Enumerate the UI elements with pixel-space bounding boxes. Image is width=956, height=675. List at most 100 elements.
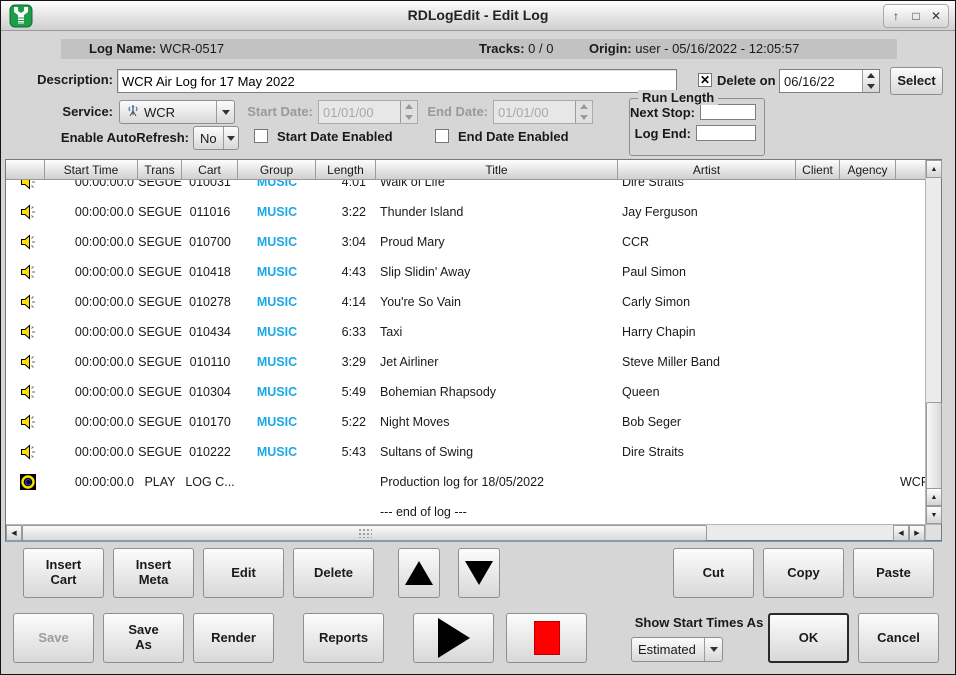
table-row[interactable]: 00:00:00.0SEGUE010278MUSIC4:14You're So …	[6, 287, 925, 317]
cell-group: MUSIC	[238, 445, 316, 459]
paste-button[interactable]: Paste	[853, 548, 934, 598]
cell-cart: 010278	[182, 295, 238, 309]
cell-title: Jet Airliner	[376, 355, 618, 369]
table-row[interactable]: 00:00:00.0SEGUE010418MUSIC4:43Slip Slidi…	[6, 257, 925, 287]
stop-button[interactable]	[506, 613, 587, 663]
close-icon[interactable]: ✕	[927, 6, 945, 26]
column-header-la[interactable]: La	[896, 160, 925, 180]
end-date-enabled-checkbox[interactable]	[435, 129, 449, 143]
insert-cart-button[interactable]: Insert Cart	[23, 548, 104, 598]
scrollbar-corner	[925, 524, 941, 540]
description-input[interactable]	[117, 69, 677, 93]
log-event-table: Start TimeTransCartGroupLengthTitleArtis…	[5, 159, 942, 541]
scroll-up-icon[interactable]: ▲	[926, 488, 942, 506]
chevron-down-icon[interactable]	[704, 638, 722, 661]
autorefresh-combobox[interactable]: No	[193, 126, 239, 150]
run-length-title: Run Length	[638, 90, 718, 105]
cell-group: MUSIC	[238, 205, 316, 219]
render-button[interactable]: Render	[193, 613, 274, 663]
scroll-right-icon[interactable]: ▶	[909, 525, 925, 541]
table-row[interactable]: 00:00:00.0SEGUE010700MUSIC3:04Proud Mary…	[6, 227, 925, 257]
show-start-times-combobox[interactable]: Estimated	[631, 637, 723, 662]
table-row[interactable]: 00:00:00.0SEGUE011016MUSIC3:22Thunder Is…	[6, 197, 925, 227]
cell-group: MUSIC	[238, 295, 316, 309]
scroll-left-icon[interactable]: ◀	[893, 525, 909, 541]
table-row[interactable]: 00:00:00.0SEGUE010170MUSIC5:22Night Move…	[6, 407, 925, 437]
horizontal-scrollbar[interactable]: ◀ ◀ ▶	[6, 524, 925, 540]
service-combobox[interactable]: WCR	[119, 100, 235, 124]
start-date-enabled-checkbox[interactable]	[254, 129, 268, 143]
table-row[interactable]: 00:00:00.0SEGUE010110MUSIC3:29Jet Airlin…	[6, 347, 925, 377]
autorefresh-value: No	[200, 131, 217, 146]
scroll-down-icon[interactable]: ▼	[926, 506, 942, 524]
description-label: Description:	[1, 72, 113, 87]
cell-cart: LOG C...	[182, 475, 238, 489]
column-header-agency[interactable]: Agency	[840, 160, 896, 180]
edit-button[interactable]: Edit	[203, 548, 284, 598]
insert-meta-button[interactable]: Insert Meta	[113, 548, 194, 598]
table-row[interactable]: 00:00:00.0SEGUE010304MUSIC5:49Bohemian R…	[6, 377, 925, 407]
ok-button[interactable]: OK	[768, 613, 849, 663]
cell-title: Slip Slidin' Away	[376, 265, 618, 279]
table-row[interactable]: 00:00:00.0SEGUE010031MUSIC4:01Walk of Li…	[6, 180, 925, 197]
cell-title: Walk of Life	[376, 180, 618, 189]
horizontal-scrollbar-thumb[interactable]	[22, 525, 707, 541]
delete-date-value[interactable]: 06/16/22	[780, 70, 862, 92]
chevron-down-icon[interactable]	[223, 127, 238, 149]
speaker-icon	[6, 180, 45, 190]
cell-group: MUSIC	[238, 325, 316, 339]
reports-button[interactable]: Reports	[303, 613, 384, 663]
table-row[interactable]: 00:00:00.0SEGUE010222MUSIC5:43Sultans of…	[6, 437, 925, 467]
delete-on-checkbox[interactable]: ✕	[698, 73, 712, 87]
window-controls: ↑ □ ✕	[883, 4, 949, 28]
delete-date-spinner[interactable]	[862, 70, 879, 92]
column-header-client[interactable]: Client	[796, 160, 840, 180]
maximize-icon[interactable]: □	[907, 6, 925, 26]
service-value: WCR	[144, 105, 175, 120]
table-row[interactable]: 00:00:00.0SEGUE010434MUSIC6:33TaxiHarry …	[6, 317, 925, 347]
move-up-button[interactable]	[398, 548, 440, 598]
column-header-trans[interactable]: Trans	[138, 160, 182, 180]
cell-start: 00:00:00.0	[45, 475, 138, 489]
cell-start: 00:00:00.0	[45, 265, 138, 279]
column-header-artist[interactable]: Artist	[618, 160, 796, 180]
cell-trans: SEGUE	[138, 355, 182, 369]
column-header-start-time[interactable]: Start Time	[45, 160, 138, 180]
cell-cart: 010110	[182, 355, 238, 369]
column-header-group[interactable]: Group	[238, 160, 316, 180]
start-date-enabled-label: Start Date Enabled	[277, 129, 393, 144]
scrollbar-grip	[358, 528, 372, 538]
cell-group: MUSIC	[238, 235, 316, 249]
column-header-length[interactable]: Length	[316, 160, 376, 180]
move-down-button[interactable]	[458, 548, 500, 598]
shade-icon[interactable]: ↑	[887, 6, 905, 26]
end-of-log-row[interactable]: --- end of log ---	[6, 497, 925, 524]
select-date-button[interactable]: Select	[890, 67, 943, 95]
cell-start: 00:00:00.0	[45, 385, 138, 399]
speaker-icon	[6, 384, 45, 400]
delete-date-spinbox[interactable]: 06/16/22	[779, 69, 880, 93]
play-icon	[438, 618, 470, 658]
title-bar[interactable]: RDLogEdit - Edit Log ↑ □ ✕	[1, 1, 955, 31]
cut-button[interactable]: Cut	[673, 548, 754, 598]
play-button[interactable]	[413, 613, 494, 663]
cancel-button[interactable]: Cancel	[858, 613, 939, 663]
delete-button[interactable]: Delete	[293, 548, 374, 598]
save-as-button[interactable]: Save As	[103, 613, 184, 663]
cell-trans: SEGUE	[138, 415, 182, 429]
log-name-label: Log Name:	[89, 41, 156, 56]
column-header-icon[interactable]	[6, 160, 45, 180]
save-button[interactable]: Save	[13, 613, 94, 663]
column-header-title[interactable]: Title	[376, 160, 618, 180]
table-header: Start TimeTransCartGroupLengthTitleArtis…	[6, 160, 925, 180]
vertical-scrollbar-thumb[interactable]	[926, 402, 942, 490]
copy-button[interactable]: Copy	[763, 548, 844, 598]
tracks-value: 0 / 0	[528, 41, 553, 56]
table-body: 00:00:00.0SEGUE010031MUSIC4:01Walk of Li…	[6, 180, 925, 524]
log-chain-row[interactable]: C00:00:00.0PLAYLOG C...Production log fo…	[6, 467, 925, 497]
scroll-up-icon[interactable]: ▲	[926, 160, 942, 178]
vertical-scrollbar[interactable]: ▲ ▲ ▼	[925, 160, 941, 524]
chevron-down-icon[interactable]	[216, 101, 234, 123]
scroll-left-icon[interactable]: ◀	[6, 525, 22, 541]
column-header-cart[interactable]: Cart	[182, 160, 238, 180]
